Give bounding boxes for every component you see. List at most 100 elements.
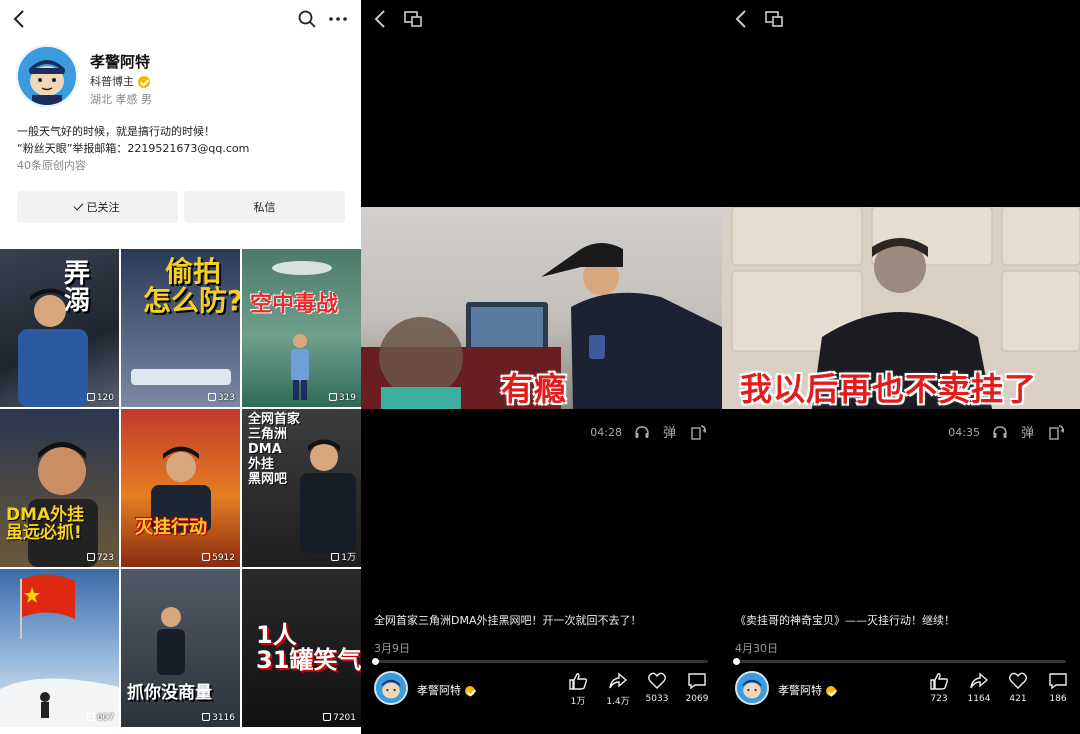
share-action[interactable]: 1164 — [959, 672, 999, 704]
video-topbar — [361, 0, 722, 38]
profile-name: 孝警阿特 — [90, 53, 151, 71]
share-arrow-icon — [609, 672, 628, 689]
progress-knob[interactable] — [372, 658, 379, 665]
thumbnail-likes: 607 — [86, 713, 114, 723]
author-avatar[interactable] — [735, 671, 769, 705]
video-duration: 04:28 — [590, 425, 622, 439]
video-date: 4月30日 — [735, 642, 778, 655]
person-figure — [28, 442, 98, 567]
like-action[interactable]: 723 — [919, 672, 959, 704]
author-name[interactable]: 孝警阿特 — [778, 682, 836, 698]
comment-action[interactable]: 2069 — [677, 672, 717, 704]
comment-icon — [1049, 673, 1067, 690]
video-thumbnail[interactable]: 空中毒战 319 — [242, 249, 361, 407]
thumb-up-icon — [328, 393, 337, 401]
video-thumbnail[interactable]: 抓你没商量 3116 — [121, 569, 240, 727]
officer-figure — [18, 288, 88, 407]
video-caption: 《卖挂哥的神奇宝贝》——灭挂行动！继续！ — [735, 614, 955, 627]
thumb-up-icon — [930, 673, 949, 690]
officer-figure — [291, 334, 309, 400]
thumbnail-title: 1人 31罐笑气 — [256, 621, 361, 675]
thumb-up-icon — [86, 713, 95, 721]
video-player[interactable]: 有瘾 — [361, 207, 722, 409]
officer-figure — [151, 446, 211, 533]
likes-count: 3116 — [212, 713, 235, 723]
progress-knob[interactable] — [733, 658, 740, 665]
flag-figure — [0, 574, 119, 727]
rotate-screen-icon[interactable] — [1048, 424, 1064, 440]
more-dots-icon[interactable] — [327, 9, 349, 29]
back-chevron-icon[interactable] — [371, 8, 391, 30]
video-thumbnail[interactable]: 全网首家 三角洲 DMA 外挂 黑网吧 1万 — [242, 409, 361, 567]
video-thumbnail[interactable]: 607 — [0, 569, 119, 727]
comment-action[interactable]: 186 — [1038, 672, 1078, 704]
back-chevron-icon[interactable] — [10, 8, 30, 30]
video-topbar — [722, 0, 1080, 38]
author-avatar[interactable] — [374, 671, 408, 705]
video-thumbnail[interactable]: 灭挂行动 5912 — [121, 409, 240, 567]
svg-text:弹: 弹 — [1021, 426, 1034, 440]
comment-count: 2069 — [685, 694, 709, 704]
back-chevron-icon[interactable] — [732, 8, 752, 30]
thumbnail-likes: 5912 — [202, 553, 235, 563]
video-thumbnail[interactable]: 1人 31罐笑气 7201 — [242, 569, 361, 727]
likes-count: 319 — [338, 393, 356, 403]
category-text: 科普博主 — [90, 75, 134, 88]
verified-badge-icon — [465, 686, 475, 696]
favorite-count: 5033 — [645, 694, 669, 704]
heart-icon — [1009, 672, 1027, 689]
danmaku-icon[interactable]: 弹 — [1020, 424, 1036, 440]
share-count: 1164 — [967, 694, 991, 704]
video-thumbnail[interactable]: DMA外挂 虽远必抓! 723 — [0, 409, 119, 567]
search-icon[interactable] — [297, 9, 317, 29]
video-progress-bar[interactable] — [372, 658, 708, 665]
thumb-up-icon — [569, 673, 588, 690]
share-action[interactable]: 1.4万 — [598, 672, 638, 707]
screen-cast-icon[interactable] — [403, 10, 423, 28]
thumbnail-title: 抓你没商量 — [127, 683, 212, 703]
share-count: 1.4万 — [606, 697, 630, 707]
thumbnail-likes: 1万 — [331, 550, 356, 563]
thumbnail-likes: 3116 — [202, 713, 235, 723]
author-name-text: 孝警阿特 — [778, 684, 822, 697]
verified-badge-icon — [138, 76, 150, 88]
video-duration: 04:35 — [948, 425, 980, 439]
video-date: 3月9日 — [374, 642, 410, 655]
video-thumbnail[interactable]: 偷拍 怎么防? 323 — [121, 249, 240, 407]
officer-figure — [157, 607, 185, 675]
thumbnail-title: 弄 溺 — [64, 259, 91, 317]
headphones-icon[interactable] — [992, 424, 1008, 440]
profile-avatar[interactable] — [16, 45, 78, 107]
thumb-up-icon — [323, 713, 332, 721]
message-button[interactable]: 私信 — [184, 191, 345, 223]
follow-button[interactable]: 已关注 — [17, 191, 178, 223]
video-panel-1: 有瘾 04:28 弹 全网首家三角洲DMA外挂黑网吧！开一次就回不去了！ 3月9… — [361, 0, 722, 734]
like-action[interactable]: 1万 — [558, 672, 598, 707]
thumbnail-likes: 319 — [328, 393, 356, 403]
author-name[interactable]: 孝警阿特 — [417, 682, 475, 698]
likes-count: 5912 — [212, 553, 235, 563]
favorite-action[interactable]: 5033 — [637, 672, 677, 704]
thumb-up-icon — [331, 553, 340, 561]
profile-location: 湖北 孝感 男 — [90, 93, 152, 106]
likes-count: 323 — [217, 393, 235, 403]
headphones-icon[interactable] — [634, 424, 650, 440]
video-caption: 全网首家三角洲DMA外挂黑网吧！开一次就回不去了！ — [374, 614, 642, 627]
video-progress-bar[interactable] — [733, 658, 1066, 665]
likes-count: 7201 — [333, 713, 356, 723]
video-thumbnail[interactable]: 弄 溺 120 — [0, 249, 119, 407]
video-grid: 弄 溺 120 偷拍 怎么防? 323 空中毒战 319 DMA外挂 虽远必抓!… — [0, 249, 361, 727]
favorite-action[interactable]: 421 — [998, 672, 1038, 704]
follow-button-label: 已关注 — [86, 201, 120, 214]
thumb-up-icon — [86, 393, 95, 401]
author-name-text: 孝警阿特 — [417, 684, 461, 697]
thumbnail-title: 灭挂行动 — [135, 517, 207, 538]
screen-cast-icon[interactable] — [764, 10, 784, 28]
officer-figure — [300, 439, 356, 553]
video-subtitle: 有瘾 — [501, 370, 568, 408]
danmaku-icon[interactable]: 弹 — [662, 424, 678, 440]
video-player[interactable]: 我以后再也不卖挂了 — [722, 207, 1080, 409]
svg-text:弹: 弹 — [663, 426, 676, 440]
rotate-screen-icon[interactable] — [690, 424, 706, 440]
share-arrow-icon — [970, 672, 989, 689]
